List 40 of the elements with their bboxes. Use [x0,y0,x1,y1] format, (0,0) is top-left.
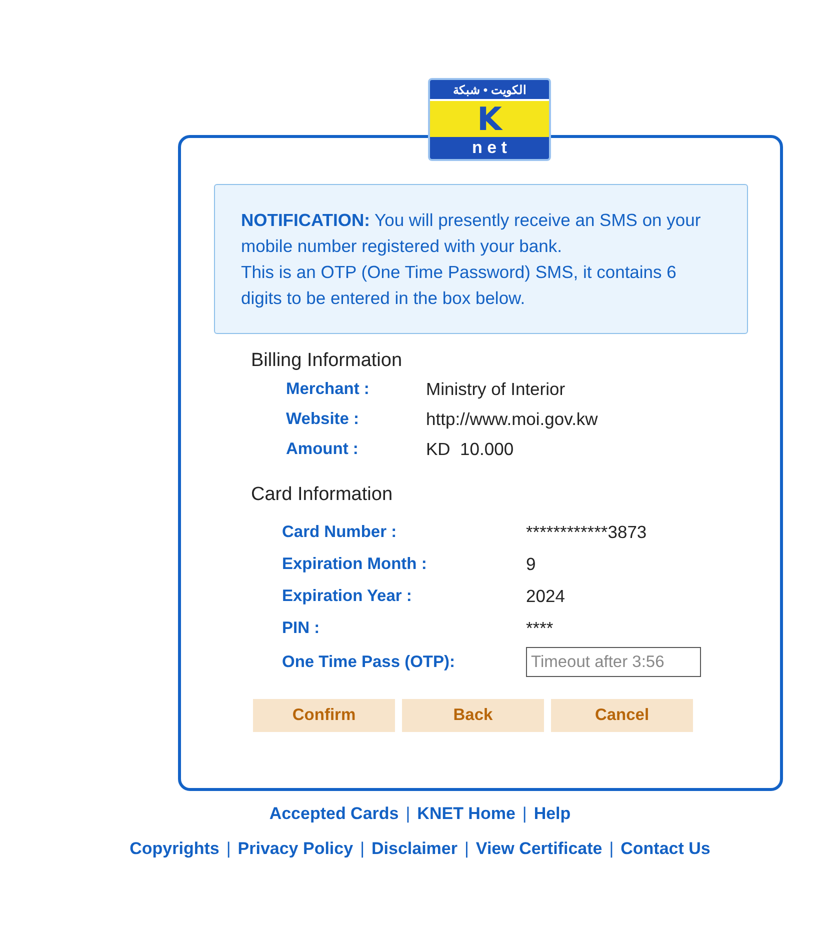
footer-link[interactable]: KNET Home [417,801,516,826]
action-button[interactable]: Cancel [551,699,693,732]
logo-arabic-text: الكويت • شبكة [453,82,526,99]
link-separator: | [406,803,410,825]
footer-link[interactable]: Accepted Cards [269,801,399,826]
field-label: Amount : [286,438,360,460]
action-button[interactable]: Confirm [253,699,395,732]
footer-link[interactable]: View Certificate [476,836,602,861]
footer-link[interactable]: Copyrights [130,836,220,861]
field-value: 9 [526,552,536,576]
field-label: One Time Pass (OTP): [282,652,456,673]
footer-link[interactable]: Privacy Policy [238,836,354,861]
field-value: http://www.moi.gov.kw [426,408,598,431]
section-heading: Billing Information [251,349,402,373]
footer-link[interactable]: Contact Us [620,836,710,861]
field-label: Card Number : [282,522,398,543]
link-separator: | [609,838,614,860]
notification-text: This is an OTP (One Time Password) SMS, it contains 6 digits to be entered in the box below. [241,261,678,310]
field-label: Merchant : [286,378,370,400]
field-value: **** [526,616,554,640]
field-value: 2024 [526,584,565,608]
footer-link[interactable]: Disclaimer [372,836,458,861]
link-separator: | [522,803,527,825]
field-label: Website : [286,408,360,430]
logo-letter: K [430,101,549,137]
field-value: Ministry of Interior [426,378,566,401]
logo-word: n e t [472,137,507,159]
field-value: KD 10.000 [426,438,514,461]
link-separator: | [226,838,231,860]
link-separator: | [464,838,469,860]
field-value: ************3873 [526,520,647,544]
field-label: PIN : [282,618,321,639]
otp-field[interactable]: Timeout after 3:56 [526,647,701,677]
field-label: Expiration Month : [282,554,428,575]
footer-link[interactable]: Help [534,801,571,826]
action-button[interactable]: Back [402,699,544,732]
field-label: Expiration Year : [282,586,413,607]
section-heading: Card Information [251,483,393,507]
notification-text: NOTIFICATION: You will presently receive an SMS on your mobile number registered with your bank. [241,209,702,258]
link-separator: | [360,838,364,860]
